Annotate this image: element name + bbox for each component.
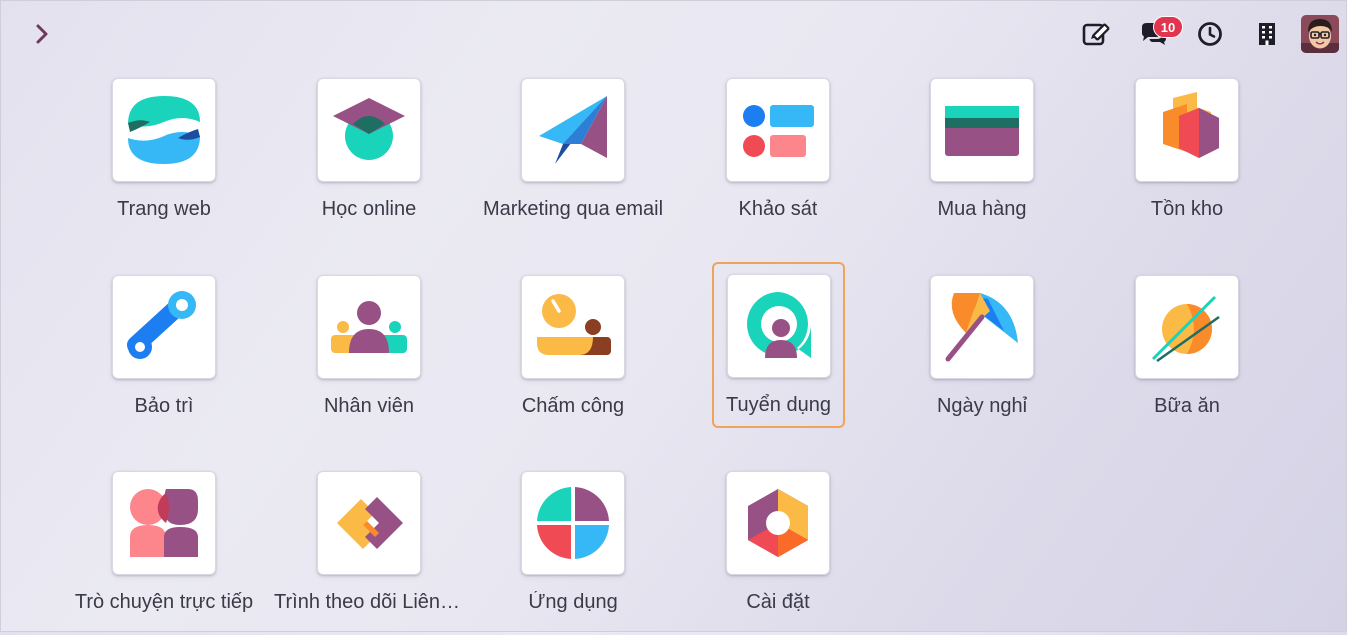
app-label: Học online: [321, 198, 417, 220]
employees-icon: [331, 301, 407, 353]
app-attendance[interactable]: Chấm công: [471, 263, 675, 439]
lunch-icon: [1151, 295, 1220, 363]
edit-note-icon[interactable]: [1076, 14, 1116, 54]
app-label: Marketing qua email: [482, 198, 664, 220]
app-label: Trình theo dõi Liên kết: [274, 591, 464, 613]
elearning-icon: [333, 98, 405, 160]
app-settings[interactable]: Cài đặt: [676, 459, 880, 635]
app-label: Ngày nghỉ: [936, 395, 1028, 417]
inventory-icon: [1163, 92, 1219, 158]
app-label: Nhân viên: [323, 395, 415, 417]
website-icon: [128, 96, 200, 164]
app-lunch[interactable]: Bữa ăn: [1085, 263, 1289, 439]
settings-icon: [748, 489, 808, 557]
app-label: Bảo trì: [134, 395, 194, 417]
live-chat-icon: [130, 489, 198, 557]
app-time-off[interactable]: Ngày nghỉ: [880, 263, 1084, 439]
app-label: Bữa ăn: [1154, 395, 1220, 417]
app-recruitment[interactable]: Tuyển dụng: [712, 262, 845, 428]
email-marketing-icon: [539, 96, 607, 164]
messages-count-badge: 10: [1153, 16, 1183, 38]
activity-clock-icon[interactable]: [1190, 14, 1230, 54]
app-label: Mua hàng: [937, 198, 1027, 220]
time-off-icon: [945, 293, 1018, 362]
recruitment-icon: [746, 292, 811, 358]
app-label: Ứng dụng: [528, 591, 618, 613]
company-building-icon[interactable]: [1247, 14, 1287, 54]
app-survey[interactable]: Khảo sát: [676, 66, 880, 242]
app-label: Trò chuyện trực tiếp: [74, 591, 254, 613]
app-employees[interactable]: Nhân viên: [267, 263, 471, 439]
app-elearning[interactable]: Học online: [267, 66, 471, 242]
user-avatar[interactable]: [1301, 15, 1339, 53]
app-label: Khảo sát: [738, 198, 818, 220]
link-tracker-icon: [337, 497, 403, 549]
apps-icon: [537, 487, 609, 559]
app-label: Trang web: [117, 198, 211, 220]
app-maintenance[interactable]: Bảo trì: [62, 263, 266, 439]
app-label: Tồn kho: [1150, 198, 1224, 220]
app-label: Chấm công: [521, 395, 625, 417]
app-apps[interactable]: Ứng dụng: [471, 459, 675, 635]
app-live-chat[interactable]: Trò chuyện trực tiếp: [62, 459, 266, 635]
survey-icon: [743, 105, 814, 157]
app-label: Tuyển dụng: [726, 394, 831, 416]
messages-icon[interactable]: 10: [1133, 14, 1183, 54]
purchase-icon: [945, 106, 1019, 156]
top-bar: 10: [0, 0, 1347, 66]
app-email-marketing[interactable]: Marketing qua email: [471, 66, 675, 242]
app-label: Cài đặt: [746, 591, 810, 613]
systray: 10: [1059, 14, 1339, 54]
app-website[interactable]: Trang web: [62, 66, 266, 242]
app-purchase[interactable]: Mua hàng: [880, 66, 1084, 242]
app-inventory[interactable]: Tồn kho: [1085, 66, 1289, 242]
app-link-tracker[interactable]: Trình theo dõi Liên kết: [267, 459, 471, 635]
attendance-icon: [537, 294, 611, 355]
chevron-right-icon[interactable]: [30, 22, 54, 46]
maintenance-icon: [127, 291, 196, 359]
